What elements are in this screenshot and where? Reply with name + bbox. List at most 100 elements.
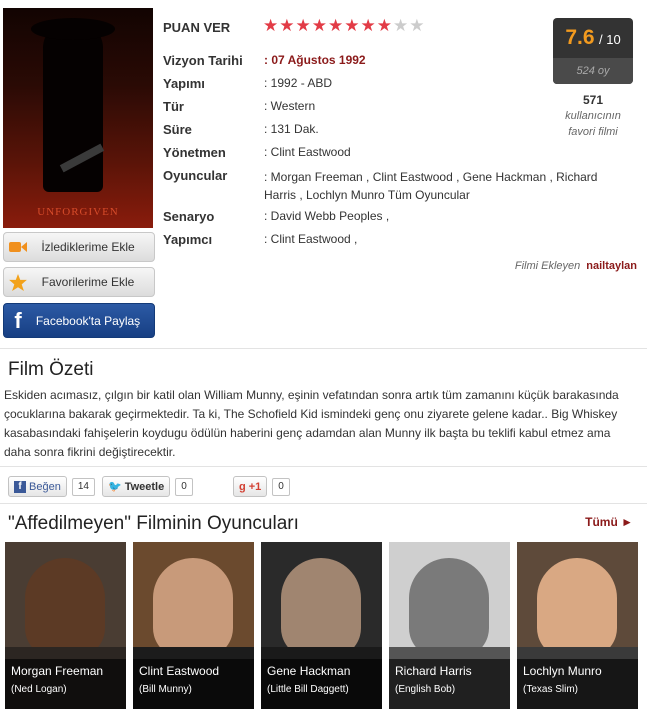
- add-favorite-button[interactable]: Favorilerime Ekle: [3, 267, 155, 297]
- facebook-share-label: Facebook'ta Paylaş: [35, 313, 141, 328]
- rating-star-icon[interactable]: ★: [361, 17, 376, 34]
- actor-photo: [537, 558, 617, 658]
- summary-text: Eskiden acımasız, çılgın bir katil olan …: [4, 388, 619, 459]
- video-camera-icon: [4, 240, 32, 254]
- info-label-director: Yönetmen: [163, 145, 226, 160]
- actor-photo: [25, 558, 105, 658]
- plus-count: 0: [272, 477, 290, 496]
- actor-photo: [281, 558, 361, 658]
- summary-heading: Film Özeti: [8, 359, 94, 380]
- add-watched-label: İzlediklerime Ekle: [41, 240, 135, 254]
- favorite-count-block: 571 kullanıcının favori filmi: [552, 92, 634, 140]
- cast-card[interactable]: Morgan Freeman (Ned Logan): [5, 542, 126, 709]
- rating-star-icon[interactable]: ★: [312, 17, 327, 34]
- info-value-cast[interactable]: : Morgan Freeman , Clint Eastwood , Gene…: [264, 168, 624, 204]
- tweet-count: 0: [175, 477, 193, 496]
- poster-title: UNFORGIVEN: [37, 206, 119, 218]
- star-icon: [4, 273, 32, 291]
- info-value-duration: : 131 Dak.: [264, 122, 319, 136]
- actor-role: (Ned Logan): [11, 684, 67, 695]
- add-favorite-label: Favorilerime Ekle: [41, 275, 135, 289]
- favorite-count: 571: [582, 93, 604, 107]
- facebook-share-button[interactable]: f Facebook'ta Paylaş: [3, 303, 155, 338]
- rating-star-icon[interactable]: ★: [393, 17, 408, 34]
- info-label-writer: Senaryo: [163, 209, 215, 224]
- info-value-director[interactable]: : Clint Eastwood: [264, 145, 351, 159]
- rating-star-icon[interactable]: ★: [296, 17, 311, 34]
- info-value-genre[interactable]: : Western: [264, 99, 315, 113]
- info-label-duration: Süre: [163, 122, 192, 137]
- score-box: 7.6 / 10 524 oy: [553, 18, 633, 84]
- cast-heading: "Affedilmeyen" Filminin Oyuncuları: [8, 513, 299, 534]
- info-value-writer[interactable]: : David Webb Peoples ,: [264, 209, 389, 223]
- cast-card[interactable]: Gene Hackman (Little Bill Daggett): [261, 542, 382, 709]
- cast-caption: Clint Eastwood (Bill Munny): [133, 659, 254, 709]
- info-label-producer: Yapımcı: [163, 232, 213, 247]
- google-plus-button[interactable]: g +1: [233, 476, 268, 497]
- rating-label: PUAN VER: [163, 20, 231, 35]
- actor-photo: [153, 558, 233, 658]
- cast-caption: Richard Harris (English Bob): [389, 659, 510, 709]
- rating-stars[interactable]: ★ ★ ★ ★ ★ ★ ★ ★ ★ ★: [263, 17, 425, 34]
- cast-list: Morgan Freeman (Ned Logan) Clint Eastwoo…: [5, 542, 638, 709]
- score-max: / 10: [598, 32, 621, 47]
- rating-star-icon[interactable]: ★: [328, 17, 343, 34]
- actor-role: (Texas Slim): [523, 684, 579, 695]
- cast-caption: Lochlyn Munro (Texas Slim): [517, 659, 638, 709]
- all-cast-link[interactable]: Tümü ►: [585, 515, 633, 529]
- divider: [0, 503, 647, 504]
- added-by-label: Filmi Ekleyen: [514, 260, 581, 272]
- info-label-genre: Tür: [163, 99, 184, 114]
- rating-star-icon[interactable]: ★: [263, 17, 278, 34]
- rating-star-icon[interactable]: ★: [279, 17, 294, 34]
- actor-name: Richard Harris: [395, 664, 472, 678]
- actor-role: (Little Bill Daggett): [267, 684, 349, 695]
- info-label-release: Vizyon Tarihi: [163, 53, 243, 68]
- facebook-icon: f: [14, 307, 22, 333]
- tweet-label: Tweetle: [124, 480, 165, 493]
- favorite-text-2: favori filmi: [568, 126, 618, 138]
- movie-page: UNFORGIVEN İzlediklerime Ekle Favorileri…: [0, 0, 647, 717]
- actor-name: Clint Eastwood: [139, 664, 220, 678]
- divider: [0, 348, 647, 349]
- info-label-cast: Oyuncular: [163, 168, 228, 183]
- cast-card[interactable]: Lochlyn Munro (Texas Slim): [517, 542, 638, 709]
- facebook-like-button[interactable]: f Beğen: [8, 476, 67, 497]
- like-count: 14: [71, 477, 95, 496]
- score-votes: 524 oy: [553, 58, 633, 84]
- cast-caption: Morgan Freeman (Ned Logan): [5, 659, 126, 709]
- facebook-icon: f: [14, 480, 26, 493]
- info-label-production: Yapımı: [163, 76, 205, 91]
- added-by-user[interactable]: nailtaylan: [586, 260, 637, 272]
- facebook-like-label: Beğen: [29, 480, 61, 493]
- actor-role: (Bill Munny): [139, 684, 192, 695]
- added-by: Filmi Ekleyen nailtaylan: [515, 260, 637, 272]
- info-value-release: : 07 Ağustos 1992: [264, 53, 366, 67]
- cast-caption: Gene Hackman (Little Bill Daggett): [261, 659, 382, 709]
- score-value: 7.6: [565, 26, 595, 49]
- facebook-like-widget: f Beğen 14: [8, 476, 95, 497]
- actor-photo: [409, 558, 489, 658]
- rating-star-icon[interactable]: ★: [409, 17, 424, 34]
- info-value-production: : 1992 - ABD: [264, 76, 333, 90]
- favorite-text-1: kullanıcının: [565, 110, 621, 122]
- movie-poster[interactable]: UNFORGIVEN: [3, 8, 153, 228]
- cast-card[interactable]: Clint Eastwood (Bill Munny): [133, 542, 254, 709]
- tweet-button[interactable]: 🐦 Tweetle: [102, 476, 171, 497]
- twitter-bird-icon: 🐦: [108, 481, 122, 493]
- rating-star-icon[interactable]: ★: [377, 17, 392, 34]
- actor-name: Morgan Freeman: [11, 664, 104, 678]
- google-plus-label: +1: [248, 480, 262, 493]
- poster-hat: [31, 18, 115, 40]
- google-plus-icon: g: [239, 480, 246, 493]
- google-plus-widget: g +1 0: [233, 476, 290, 497]
- cast-card[interactable]: Richard Harris (English Bob): [389, 542, 510, 709]
- add-watched-button[interactable]: İzlediklerime Ekle: [3, 232, 155, 262]
- actor-name: Gene Hackman: [267, 664, 351, 678]
- actor-role: (English Bob): [395, 684, 456, 695]
- tweet-widget: 🐦 Tweetle 0: [102, 476, 193, 497]
- actor-name: Lochlyn Munro: [523, 664, 602, 678]
- rating-star-icon[interactable]: ★: [344, 17, 359, 34]
- info-value-producer[interactable]: : Clint Eastwood ,: [264, 232, 357, 246]
- divider: [0, 466, 647, 467]
